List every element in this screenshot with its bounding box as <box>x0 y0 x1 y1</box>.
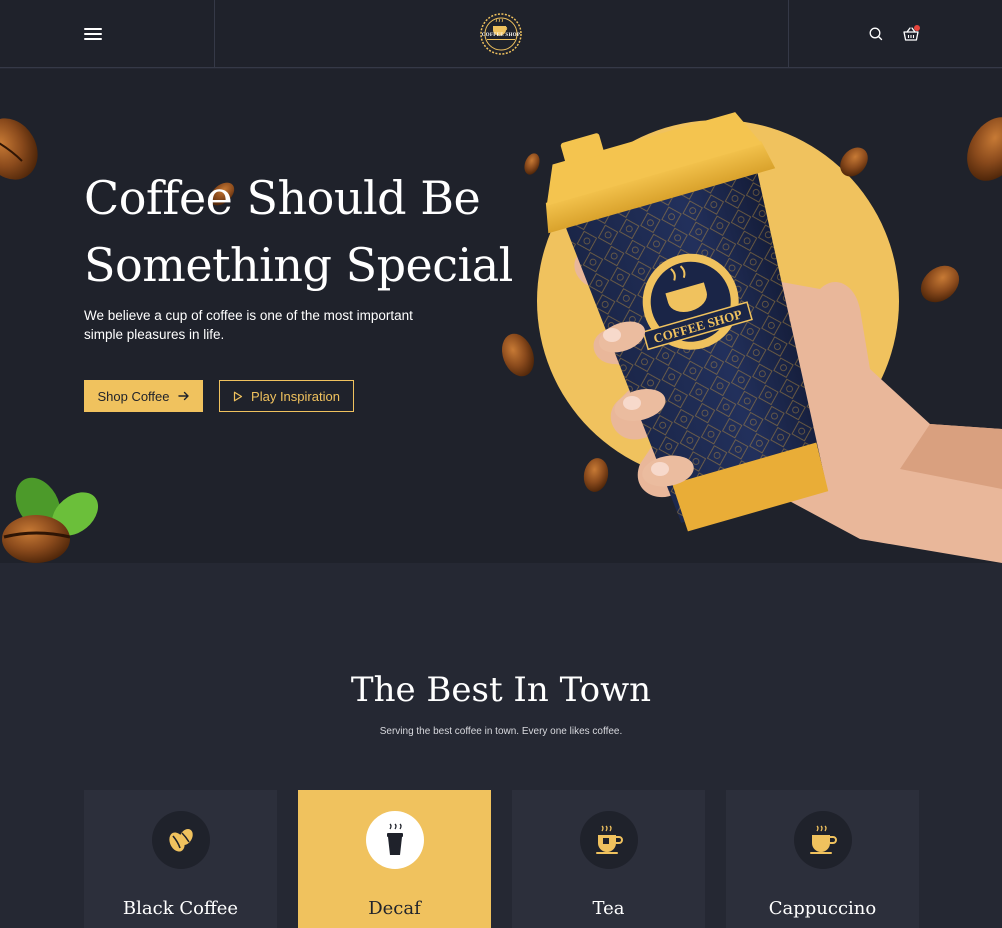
header-divider-right <box>788 0 789 68</box>
hero-title-line-1: Coffee Should Be <box>84 171 481 225</box>
hero-title-line-2: Something Special <box>84 238 513 292</box>
cart-badge-dot <box>914 25 920 31</box>
tea-cup-icon <box>580 811 638 869</box>
category-card-decaf[interactable]: Decaf <box>298 790 491 928</box>
category-card-cappuccino[interactable]: Cappuccino <box>726 790 919 928</box>
play-inspiration-label: Play Inspiration <box>251 388 340 404</box>
hero-section: COFFEE SHOP Coffee Should Be Something S… <box>0 69 1002 563</box>
card-label: Decaf <box>368 898 421 919</box>
cappuccino-cup-icon <box>794 811 852 869</box>
play-icon <box>233 391 243 401</box>
shopping-basket-icon[interactable] <box>902 25 920 43</box>
section-subtitle: Serving the best coffee in town. Every o… <box>379 726 623 737</box>
coffee-beans-icon <box>152 811 210 869</box>
hamburger-menu-icon[interactable] <box>84 26 104 42</box>
category-card-black-coffee[interactable]: Black Coffee <box>84 790 277 928</box>
leaf-bean-decor <box>2 477 99 563</box>
arrow-right-icon <box>177 391 189 401</box>
header-divider-left <box>214 0 215 68</box>
category-card-tea[interactable]: Tea <box>512 790 705 928</box>
coffee-shop-logo[interactable]: COFFEE SHOP <box>478 13 524 55</box>
card-label: Tea <box>592 898 625 919</box>
search-icon[interactable] <box>868 26 884 42</box>
shop-coffee-label: Shop Coffee <box>97 388 170 404</box>
hero-description: We believe a cup of coffee is one of the… <box>84 308 413 342</box>
logo-text: COFFEE SHOP <box>481 33 521 38</box>
card-label: Cappuccino <box>768 898 877 919</box>
section-title: The Best In Town <box>350 670 652 710</box>
play-inspiration-button[interactable]: Play Inspiration <box>219 380 354 412</box>
site-header: COFFEE SHOP <box>0 0 1002 68</box>
hero-title: Coffee Should Be Something Special <box>84 165 524 299</box>
shop-coffee-button[interactable]: Shop Coffee <box>84 380 203 412</box>
takeaway-cup-icon <box>366 811 424 869</box>
card-label: Black Coffee <box>122 898 239 919</box>
